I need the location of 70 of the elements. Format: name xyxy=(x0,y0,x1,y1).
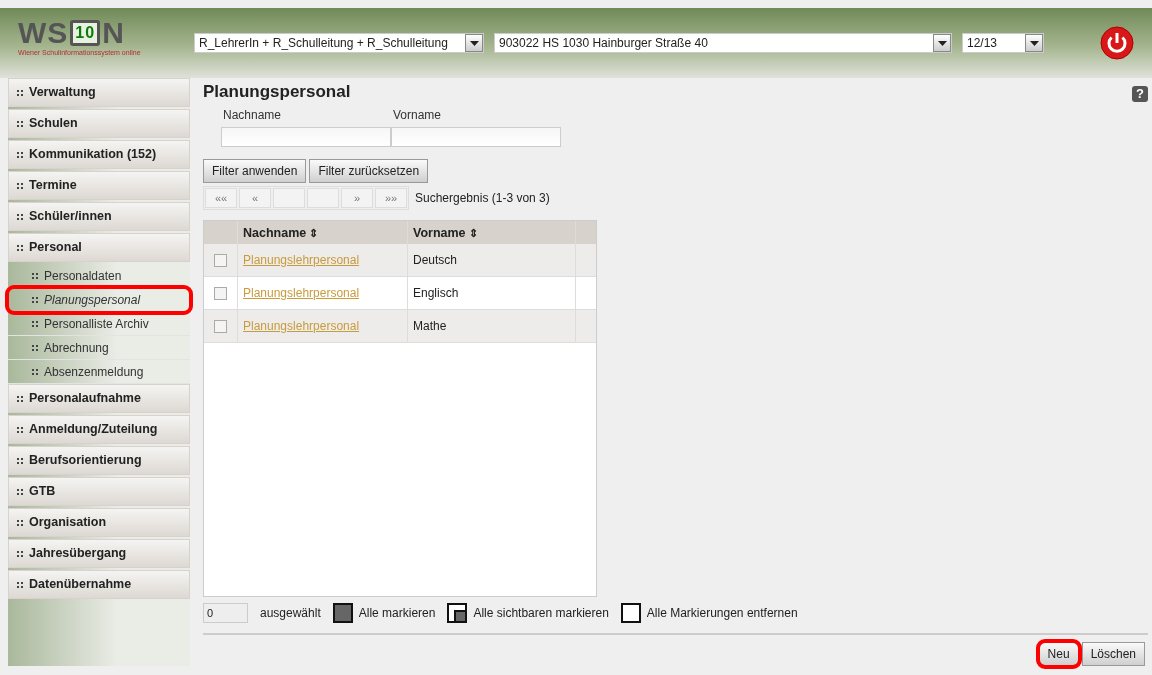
power-icon[interactable] xyxy=(1100,26,1134,60)
sidebar-item[interactable]: Kommunikation (152) xyxy=(8,140,190,169)
row-checkbox[interactable] xyxy=(214,319,227,333)
sidebar-item[interactable]: Personalaufnahme xyxy=(8,384,190,413)
grip-icon xyxy=(17,395,23,402)
grip-icon xyxy=(17,457,23,464)
grip-icon xyxy=(17,519,23,526)
row-checkbox[interactable] xyxy=(214,253,227,267)
action-button[interactable]: Neu xyxy=(1038,642,1079,667)
sidebar-subitem[interactable]: Personaldaten xyxy=(8,264,190,288)
action-label[interactable]: Alle markieren xyxy=(358,604,436,623)
grip-icon xyxy=(17,89,23,96)
page-title: Planungspersonal xyxy=(203,82,351,103)
empty-square-icon[interactable] xyxy=(620,603,641,624)
field-label: Vorname xyxy=(392,107,443,125)
caret-icon xyxy=(937,40,947,46)
grip-icon xyxy=(17,151,23,158)
caret-icon xyxy=(1029,40,1039,46)
grip-icon xyxy=(32,296,38,303)
dropdown-select[interactable]: 903022 HS 1030 Hainburger Straße 40 xyxy=(494,33,952,53)
result-count: Suchergebnis (1-3 von 3) xyxy=(415,190,550,208)
grip-icon xyxy=(32,368,38,375)
logo-text: WS xyxy=(18,18,69,48)
grip-icon xyxy=(17,213,23,220)
dropdown-select[interactable]: R_LehrerIn + R_Schulleitung + R_Schulleitung xyxy=(194,33,484,53)
table-cell: Mathe xyxy=(408,310,576,343)
sidebar-subitem[interactable]: Abrechnung xyxy=(8,336,190,360)
grip-icon xyxy=(17,581,23,588)
filter-button[interactable]: Filter zurücksetzen xyxy=(309,159,429,184)
count-field: 0 xyxy=(203,603,248,624)
grip-icon xyxy=(17,120,23,127)
sidebar-subitem[interactable]: Personalliste Archiv xyxy=(8,312,190,336)
help-button[interactable]: ? xyxy=(1132,86,1148,103)
table-cell: Englisch xyxy=(408,277,576,310)
text-field[interactable] xyxy=(221,127,391,148)
action-label[interactable]: Alle sichtbaren markieren xyxy=(473,604,609,623)
text-field[interactable] xyxy=(391,127,561,148)
filled-square-icon[interactable] xyxy=(332,603,353,624)
grip-icon xyxy=(17,182,23,189)
table-cell: Deutsch xyxy=(408,244,576,277)
sidebar-item[interactable]: Jahresübergang xyxy=(8,539,190,568)
selected-label: ausgewählt xyxy=(260,605,321,623)
grip-icon xyxy=(32,272,38,279)
action-button[interactable]: Löschen xyxy=(1081,642,1145,667)
caret-icon xyxy=(469,40,479,46)
sidebar-item[interactable]: Berufsorientierung xyxy=(8,446,190,475)
sidebar-item[interactable]: GTB xyxy=(8,477,190,506)
partial-square-icon[interactable] xyxy=(447,603,468,624)
grip-icon xyxy=(17,550,23,557)
sidebar-item[interactable]: Personal xyxy=(8,233,190,262)
logo-badge: 10 xyxy=(70,20,101,46)
action-label[interactable]: Alle Markierungen entfernen xyxy=(646,604,798,623)
sidebar-item[interactable]: Termine xyxy=(8,171,190,200)
logo-text: N xyxy=(102,18,125,48)
sidebar-item[interactable]: Verwaltung xyxy=(8,78,190,107)
grip-icon xyxy=(17,426,23,433)
sidebar-item[interactable]: Anmeldung/Zuteilung xyxy=(8,415,190,444)
row-checkbox[interactable] xyxy=(214,286,227,300)
sidebar-subitem[interactable]: Planungspersonal xyxy=(8,288,190,312)
sidebar-item[interactable]: Datenübernahme xyxy=(8,570,190,599)
dropdown-select[interactable]: 12/13 xyxy=(962,33,1044,53)
grip-icon xyxy=(32,320,38,327)
grip-icon xyxy=(32,344,38,351)
filter-button[interactable]: Filter anwenden xyxy=(203,159,307,184)
grip-icon xyxy=(17,244,23,251)
grip-icon xyxy=(17,488,23,495)
sidebar-item[interactable]: Organisation xyxy=(8,508,190,537)
sidebar-item[interactable]: Schulen xyxy=(8,109,190,138)
field-label: Nachname xyxy=(222,107,283,125)
sidebar-item[interactable]: Schüler/innen xyxy=(8,202,190,231)
